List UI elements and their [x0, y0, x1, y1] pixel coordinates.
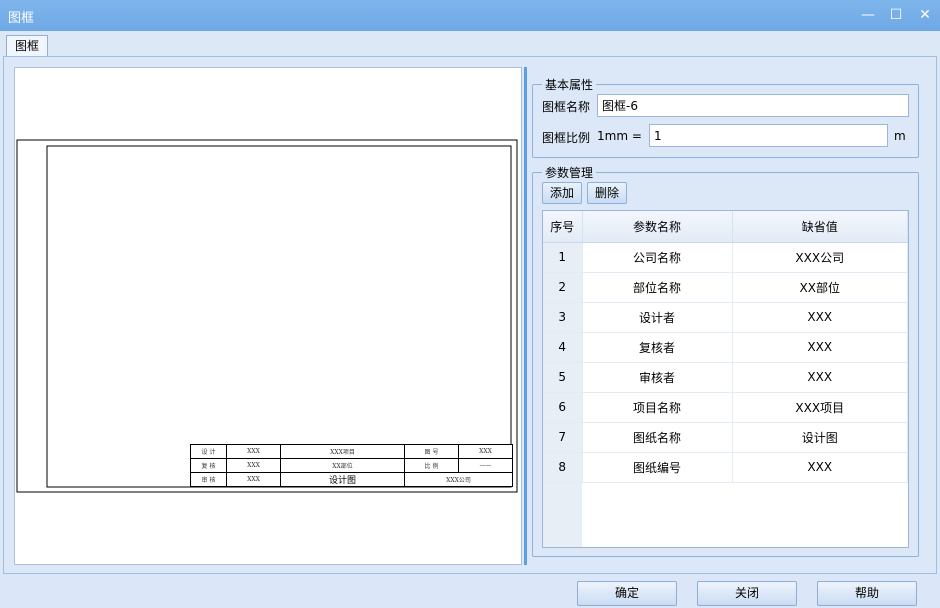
scale-prefix: 1mm = — [597, 129, 642, 143]
default-value-cell[interactable]: XXX — [732, 302, 908, 333]
tb-project: XXX项目 — [280, 444, 405, 459]
splitter[interactable] — [524, 67, 527, 565]
row-index: 7 — [543, 422, 583, 453]
col-header-index[interactable]: 序号 — [543, 211, 583, 243]
close-button[interactable]: 关闭 — [697, 581, 797, 606]
table-row[interactable]: 1 公司名称 XXX公司 — [543, 242, 908, 273]
default-value-cell[interactable]: XXX公司 — [732, 242, 908, 273]
tb-drawing-name: 设计图 — [280, 472, 405, 487]
tab-strip: 图框 — [0, 31, 940, 58]
frame-drawing — [16, 139, 518, 493]
param-name-cell[interactable]: 图纸编号 — [582, 452, 733, 483]
row-index: 2 — [543, 272, 583, 303]
default-value-cell[interactable]: XXX — [732, 332, 908, 363]
tb-label-design: 设 计 — [190, 444, 227, 459]
param-name-cell[interactable]: 复核者 — [582, 332, 733, 363]
col-header-param-name[interactable]: 参数名称 — [582, 211, 733, 243]
tb-part: XX部位 — [280, 458, 405, 473]
outer-border — [16, 139, 518, 493]
maximize-button[interactable]: ☐ — [884, 5, 908, 25]
title-bar: 图框 — ☐ ✕ — [0, 0, 940, 31]
default-value-cell[interactable]: XXX — [732, 452, 908, 483]
table-row[interactable]: 8 图纸编号 XXX — [543, 452, 908, 483]
param-grid: 序号 参数名称 缺省值 1 公司名称 XXX公司 2 部位名称 XX部位 3 设… — [542, 210, 909, 548]
tb-label-scale: 比 例 — [404, 458, 459, 473]
row-index: 4 — [543, 332, 583, 363]
table-row[interactable]: 4 复核者 XXX — [543, 332, 908, 363]
table-row[interactable]: 7 图纸名称 设计图 — [543, 422, 908, 453]
frame-scale-input[interactable] — [649, 124, 888, 147]
param-management-legend: 参数管理 — [542, 164, 597, 181]
basic-properties-legend: 基本属性 — [542, 76, 597, 93]
param-name-cell[interactable]: 设计者 — [582, 302, 733, 333]
default-value-cell[interactable]: 设计图 — [732, 422, 908, 453]
tb-approver: XXX — [226, 472, 281, 487]
param-management-group: 参数管理 添加 删除 序号 参数名称 缺省值 1 公司名称 XXX公司 2 部位… — [532, 164, 919, 557]
frame-name-input[interactable] — [597, 94, 909, 117]
row-index: 8 — [543, 452, 583, 483]
scale-unit: m — [894, 129, 906, 143]
table-row[interactable]: 6 项目名称 XXX项目 — [543, 392, 908, 423]
tab-frame[interactable]: 图框 — [6, 35, 48, 58]
tb-drawing-no: XXX — [458, 444, 513, 459]
tb-company: XXX公司 — [404, 472, 513, 487]
col-header-default-value[interactable]: 缺省值 — [732, 211, 908, 243]
title-block: 设 计 XXX XXX项目 图 号 XXX 复 核 XXX XX部位 比 例 —… — [190, 444, 513, 487]
tb-scale: —— — [458, 458, 513, 473]
param-name-cell[interactable]: 部位名称 — [582, 272, 733, 303]
row-index: 5 — [543, 362, 583, 393]
delete-param-button[interactable]: 删除 — [587, 182, 627, 204]
inner-border — [46, 145, 512, 488]
tb-reviewer: XXX — [226, 458, 281, 473]
frame-preview: 设 计 XXX XXX项目 图 号 XXX 复 核 XXX XX部位 比 例 —… — [14, 67, 522, 565]
table-row[interactable]: 2 部位名称 XX部位 — [543, 272, 908, 303]
dialog-window: 图框 — ☐ ✕ 图框 设 计 XXX XXX项目 图 号 XXX 复 核 XX… — [0, 0, 940, 608]
close-window-button[interactable]: ✕ — [913, 5, 937, 25]
param-name-cell[interactable]: 图纸名称 — [582, 422, 733, 453]
frame-scale-label: 图框比例 — [542, 131, 591, 145]
param-name-cell[interactable]: 审核者 — [582, 362, 733, 393]
table-row[interactable]: 3 设计者 XXX — [543, 302, 908, 333]
dialog-footer: 确定 关闭 帮助 — [0, 574, 940, 608]
minimize-button[interactable]: — — [856, 5, 880, 25]
basic-properties-group: 基本属性 图框名称 图框比例 1mm = m — [532, 76, 919, 158]
window-title: 图框 — [8, 11, 35, 26]
default-value-cell[interactable]: XXX项目 — [732, 392, 908, 423]
tb-label-approve: 审 核 — [190, 472, 227, 487]
default-value-cell[interactable]: XXX — [732, 362, 908, 393]
tb-label-review: 复 核 — [190, 458, 227, 473]
tab-content: 设 计 XXX XXX项目 图 号 XXX 复 核 XXX XX部位 比 例 —… — [3, 56, 937, 574]
row-index: 6 — [543, 392, 583, 423]
table-row[interactable]: 5 审核者 XXX — [543, 362, 908, 393]
tb-designer: XXX — [226, 444, 281, 459]
row-index: 3 — [543, 302, 583, 333]
param-name-cell[interactable]: 公司名称 — [582, 242, 733, 273]
param-table: 序号 参数名称 缺省值 1 公司名称 XXX公司 2 部位名称 XX部位 3 设… — [543, 211, 908, 483]
help-button[interactable]: 帮助 — [817, 581, 917, 606]
frame-name-label: 图框名称 — [542, 100, 591, 114]
tb-label-drawing-no: 图 号 — [404, 444, 459, 459]
add-param-button[interactable]: 添加 — [542, 182, 582, 204]
ok-button[interactable]: 确定 — [577, 581, 677, 606]
row-index: 1 — [543, 242, 583, 273]
default-value-cell[interactable]: XX部位 — [732, 272, 908, 303]
param-name-cell[interactable]: 项目名称 — [582, 392, 733, 423]
row-header-filler — [543, 483, 582, 547]
